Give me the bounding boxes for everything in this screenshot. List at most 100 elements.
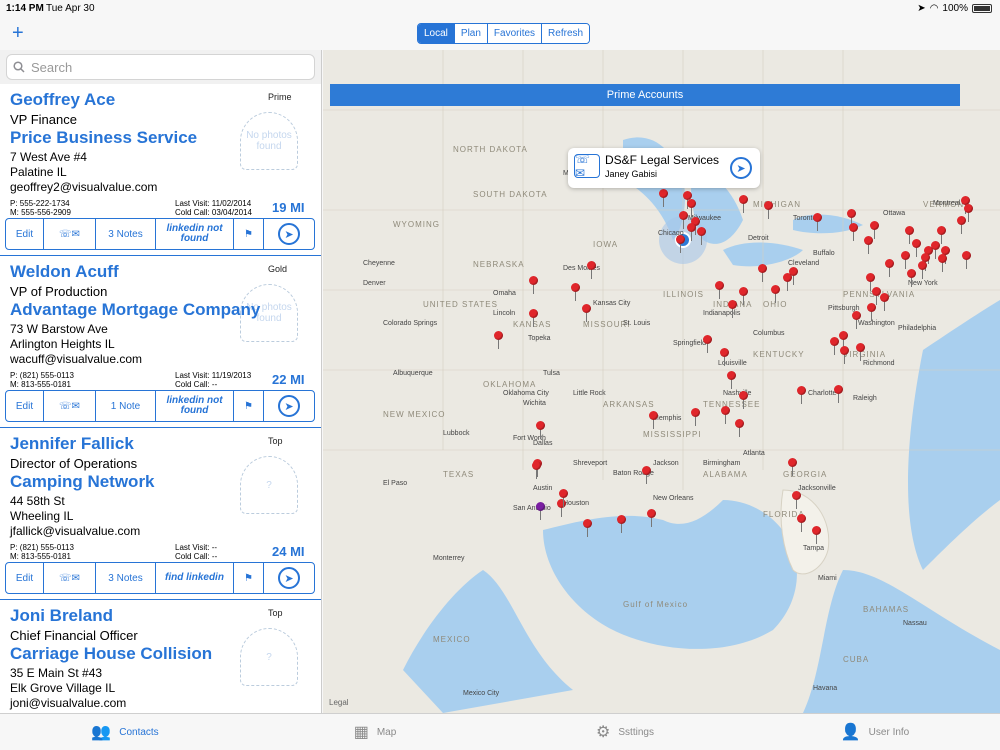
map-pin[interactable]: [918, 261, 927, 279]
map-pin[interactable]: [739, 195, 748, 213]
map-pin[interactable]: [529, 276, 538, 294]
navigate-button[interactable]: ➤: [264, 391, 314, 421]
contact-name[interactable]: Jennifer Fallick: [10, 434, 134, 454]
tab-map[interactable]: ▦ Map: [250, 714, 500, 750]
phone-mobile[interactable]: M: 813-555-0181: [10, 552, 74, 561]
map-pin[interactable]: [687, 199, 696, 217]
segment-local[interactable]: Local: [418, 24, 455, 43]
contact-company[interactable]: Advantage Mortgage Company: [10, 300, 260, 320]
map-pin[interactable]: [907, 269, 916, 287]
map-pin[interactable]: [536, 421, 545, 439]
contact-email[interactable]: geoffrey2@visualvalue.com: [10, 180, 157, 194]
compass-icon[interactable]: ➤: [730, 157, 752, 179]
contact-name[interactable]: Joni Breland: [10, 606, 113, 626]
map-pin[interactable]: [880, 293, 889, 311]
map-pin[interactable]: [529, 309, 538, 327]
navigate-button[interactable]: ➤: [264, 219, 314, 249]
contact-methods-button[interactable]: ☏✉: [44, 391, 96, 421]
tab-user-info[interactable]: 👤 User Info: [750, 714, 1000, 750]
map-pin[interactable]: [797, 386, 806, 404]
contact-methods-button[interactable]: ☏✉: [44, 219, 96, 249]
phone-mobile[interactable]: M: 555-556-2909: [10, 208, 71, 217]
map-pin[interactable]: [849, 223, 858, 241]
map-pin[interactable]: [735, 419, 744, 437]
map-pin[interactable]: [867, 303, 876, 321]
map-pin[interactable]: [852, 311, 861, 329]
add-contact-button[interactable]: +: [12, 22, 24, 44]
contact-email[interactable]: joni@visualvalue.com: [10, 696, 126, 710]
map-pin[interactable]: [813, 213, 822, 231]
map-pin[interactable]: [494, 331, 503, 349]
map-pin[interactable]: [720, 348, 729, 366]
map-pin[interactable]: [659, 189, 668, 207]
map-pin[interactable]: [687, 223, 696, 241]
edit-button[interactable]: Edit: [6, 391, 44, 421]
map-pin[interactable]: [532, 461, 541, 479]
map-pin[interactable]: [771, 285, 780, 303]
phone-mobile[interactable]: M: 813-555-0181: [10, 380, 74, 389]
map-callout[interactable]: ☏✉ DS&F Legal Services Janey Gabisi ➤: [568, 148, 760, 188]
map-pin[interactable]: [797, 514, 806, 532]
contact-methods-icon[interactable]: ☏✉: [574, 152, 600, 180]
linkedin-button[interactable]: linkedin not found: [156, 391, 234, 421]
contact-methods-button[interactable]: ☏✉: [44, 563, 96, 593]
contact-company[interactable]: Price Business Service: [10, 128, 197, 148]
map-pin[interactable]: [962, 251, 971, 269]
contact-email[interactable]: wacuff@visualvalue.com: [10, 352, 142, 366]
map-pin[interactable]: [559, 489, 568, 507]
notes-button[interactable]: 1 Note: [96, 391, 156, 421]
contact-card[interactable]: Weldon Acuff Gold VP of Production No ph…: [0, 256, 321, 428]
contact-name[interactable]: Geoffrey Ace: [10, 90, 115, 110]
contact-email[interactable]: jfallick@visualvalue.com: [10, 524, 140, 538]
phone-primary[interactable]: P: (821) 555-0113: [10, 371, 74, 380]
linkedin-button[interactable]: find linkedin: [156, 563, 234, 593]
linkedin-button[interactable]: linkedin not found: [156, 219, 234, 249]
map-pin[interactable]: [739, 391, 748, 409]
map-pin[interactable]: [691, 408, 700, 426]
map-pin[interactable]: [870, 221, 879, 239]
map-pin[interactable]: [938, 254, 947, 272]
notes-button[interactable]: 3 Notes: [96, 219, 156, 249]
map-pin[interactable]: [739, 287, 748, 305]
map-pin[interactable]: [856, 343, 865, 361]
contact-company[interactable]: Carriage House Collision: [10, 644, 212, 664]
contact-name[interactable]: Weldon Acuff: [10, 262, 119, 282]
search-bar[interactable]: Search: [6, 54, 315, 80]
map-banner[interactable]: Prime Accounts: [330, 84, 960, 106]
contact-card[interactable]: Geoffrey Ace Prime VP Finance No photos …: [0, 84, 321, 256]
tab-contacts[interactable]: 👥 Contacts: [0, 714, 250, 750]
map-pin[interactable]: [587, 261, 596, 279]
navigate-button[interactable]: ➤: [264, 563, 314, 593]
flag-button[interactable]: ⚑: [234, 563, 264, 593]
map-pin[interactable]: [792, 491, 801, 509]
search-input[interactable]: Search: [31, 60, 72, 75]
map-pin[interactable]: [697, 227, 706, 245]
map-pin[interactable]: [885, 259, 894, 277]
map-pin[interactable]: [649, 411, 658, 429]
map-pin[interactable]: [582, 304, 591, 322]
map-pin[interactable]: [536, 502, 545, 520]
map-pin[interactable]: [571, 283, 580, 301]
tab-settings[interactable]: ⚙ Ssttings: [500, 714, 750, 750]
segment-plan[interactable]: Plan: [454, 24, 488, 43]
map-pin[interactable]: [840, 346, 849, 364]
phone-primary[interactable]: P: 555-222-1734: [10, 199, 71, 208]
map-pin[interactable]: [901, 251, 910, 269]
map-legal-link[interactable]: Legal: [329, 698, 349, 707]
map-pin[interactable]: [647, 509, 656, 527]
phone-primary[interactable]: P: (821) 555-0113: [10, 543, 74, 552]
flag-button[interactable]: ⚑: [234, 391, 264, 421]
notes-button[interactable]: 3 Notes: [96, 563, 156, 593]
map-pin[interactable]: [783, 273, 792, 291]
map-pin[interactable]: [617, 515, 626, 533]
edit-button[interactable]: Edit: [6, 219, 44, 249]
map-pin[interactable]: [788, 458, 797, 476]
map-pin[interactable]: [721, 406, 730, 424]
map-pin[interactable]: [676, 235, 685, 253]
map-pin[interactable]: [758, 264, 767, 282]
map-pin[interactable]: [728, 300, 737, 318]
map-pin[interactable]: [957, 216, 966, 234]
contact-company[interactable]: Camping Network: [10, 472, 155, 492]
flag-button[interactable]: ⚑: [234, 219, 264, 249]
map-pin[interactable]: [703, 335, 712, 353]
